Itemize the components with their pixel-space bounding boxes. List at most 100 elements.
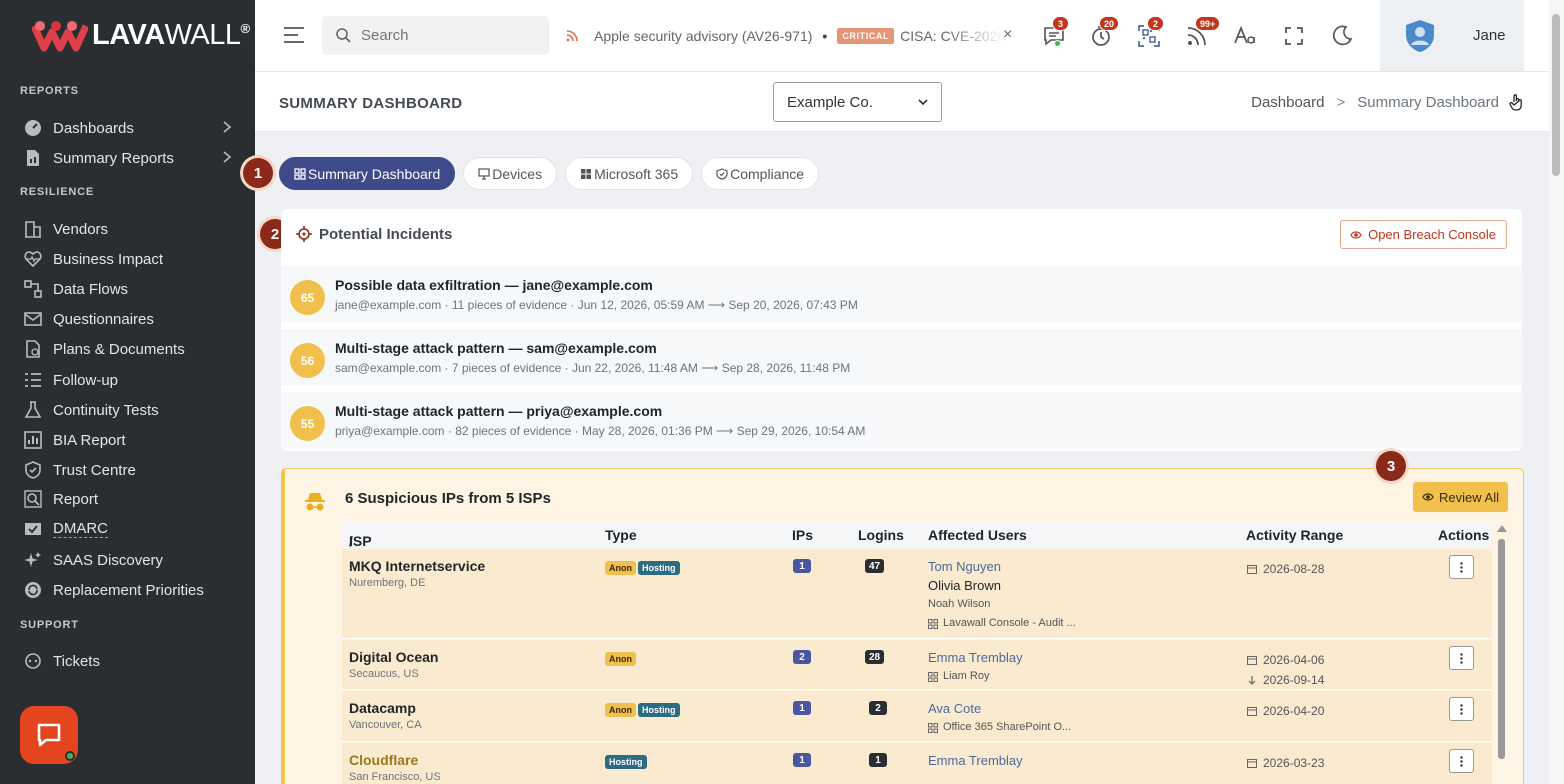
sidebar-item-saas-discovery[interactable]: SAAS Discovery	[24, 547, 239, 573]
open-breach-console-button[interactable]: Open Breach Console	[1340, 220, 1507, 249]
review-all-button[interactable]: Review All	[1413, 482, 1508, 512]
row-actions-button[interactable]	[1449, 697, 1474, 721]
apps-grid-icon	[928, 722, 938, 733]
column-affected-users[interactable]: Affected Users	[928, 527, 1027, 543]
anon-tag: Anon	[605, 652, 636, 666]
sidebar-item-questionnaires[interactable]: Questionnaires	[24, 306, 239, 332]
row-actions-button[interactable]	[1449, 749, 1474, 773]
feeds-button[interactable]: 99+	[1185, 16, 1221, 48]
calendar-icon	[1247, 656, 1257, 665]
table-row[interactable]: Cloudflare San Francisco, US Hosting 1 1…	[342, 743, 1492, 784]
kebab-menu-icon	[1460, 755, 1463, 767]
messages-button[interactable]: 3	[1042, 16, 1069, 48]
heart-pulse-icon	[24, 251, 42, 268]
user-link[interactable]: Ava Cote	[928, 699, 1071, 718]
hand-pointer-icon[interactable]	[1507, 93, 1525, 111]
column-activity-range[interactable]: Activity Range	[1246, 527, 1343, 543]
type-tags: Hosting	[605, 753, 649, 769]
sidebar-item-summary-reports[interactable]: Summary Reports	[24, 145, 239, 171]
alerts-button[interactable]: 20	[1089, 16, 1120, 48]
ticker-close-button[interactable]: ×	[1003, 26, 1012, 44]
magnifier-icon	[24, 490, 42, 508]
sidebar-item-business-impact[interactable]: Business Impact	[24, 246, 239, 272]
fullscreen-button[interactable]	[1282, 24, 1306, 48]
chevron-right-icon	[223, 121, 232, 133]
flask-icon	[24, 401, 42, 418]
scans-badge: 2	[1147, 16, 1164, 31]
sidebar-item-dashboards[interactable]: Dashboards	[24, 115, 239, 141]
incident-row[interactable]: 56 Multi-stage attack pattern — sam@exam…	[281, 328, 1522, 385]
ticker-item-advisory[interactable]: Apple security advisory (AV26-971)	[594, 28, 812, 44]
table-row[interactable]: Datacamp Vancouver, CA Anon Hosting 1 2 A…	[342, 691, 1492, 742]
column-ips[interactable]: IPs	[792, 527, 813, 543]
scans-button[interactable]: 2	[1137, 16, 1164, 48]
table-scrollbar-thumb[interactable]	[1498, 539, 1505, 759]
page-scrollbar[interactable]	[1549, 0, 1564, 784]
sidebar-item-vendors[interactable]: Vendors	[24, 216, 239, 242]
sidebar-item-follow-up[interactable]: Follow-up	[24, 367, 239, 393]
sidebar-item-trust-centre[interactable]: Trust Centre	[24, 457, 239, 483]
page-scrollbar-thumb[interactable]	[1552, 14, 1560, 176]
row-actions-button[interactable]	[1449, 646, 1474, 670]
data-flow-icon	[24, 280, 42, 298]
avatar-shield-icon	[1406, 19, 1434, 52]
search-box[interactable]	[322, 16, 549, 55]
sidebar-item-plans-documents[interactable]: Plans & Documents	[24, 336, 239, 362]
table-row[interactable]: MKQ Internetservice Nuremberg, DE Anon Ho…	[342, 549, 1492, 639]
sidebar-item-replacement-priorities[interactable]: Replacement Priorities	[24, 577, 239, 603]
column-logins[interactable]: Logins	[858, 527, 904, 543]
isp-name: Digital Ocean	[349, 649, 439, 665]
incident-title[interactable]: Multi-stage attack pattern — priya@examp…	[335, 403, 662, 419]
user-menu[interactable]: Jane	[1380, 0, 1524, 71]
step-marker-3: 3	[1376, 451, 1406, 481]
sidebar-item-bia-report[interactable]: BIA Report	[24, 427, 239, 453]
incident-row[interactable]: 65 Possible data exfiltration — jane@exa…	[281, 265, 1522, 322]
isp-name: MKQ Internetservice	[349, 558, 486, 574]
tab-compliance[interactable]: Compliance	[701, 157, 820, 190]
monitor-icon	[478, 167, 490, 180]
sidebar-item-report[interactable]: Report	[24, 486, 239, 512]
breadcrumb-dashboard[interactable]: Dashboard	[1251, 94, 1324, 111]
dark-mode-button[interactable]	[1330, 24, 1354, 48]
row-actions-button[interactable]	[1449, 555, 1474, 579]
isp-name-link[interactable]: Cloudflare	[349, 752, 418, 768]
incident-title[interactable]: Multi-stage attack pattern — sam@example…	[335, 340, 657, 356]
font-size-button[interactable]	[1233, 24, 1257, 48]
isp-location: Secaucus, US	[349, 668, 419, 680]
activity-range: 2026-04-20	[1247, 701, 1324, 721]
calendar-icon	[1247, 707, 1257, 716]
search-input[interactable]	[361, 27, 531, 44]
tab-microsoft-365[interactable]: Microsoft 365	[565, 157, 694, 190]
menu-icon[interactable]	[283, 25, 305, 45]
topbar: Apple security advisory (AV26-971) • CRI…	[255, 0, 1549, 72]
chevron-down-icon	[918, 99, 928, 106]
organization-select[interactable]: Example Co.	[773, 82, 942, 122]
support-icon	[25, 653, 41, 669]
column-type[interactable]: Type	[605, 527, 637, 543]
login-count-badge: 2	[869, 701, 887, 715]
report-icon	[27, 150, 39, 166]
table-scrollbar[interactable]	[1495, 521, 1507, 784]
risk-score-badge: 65	[290, 280, 325, 315]
sidebar-item-continuity-tests[interactable]: Continuity Tests	[24, 397, 239, 423]
chevron-right-icon	[223, 151, 232, 163]
sidebar-item-data-flows[interactable]: Data Flows	[24, 276, 239, 302]
incident-title[interactable]: Possible data exfiltration — jane@exampl…	[335, 277, 653, 293]
user-link[interactable]: Emma Tremblay	[928, 648, 1023, 667]
tab-summary-dashboard[interactable]: Summary Dashboard	[279, 157, 456, 190]
user-link[interactable]: Tom Nguyen	[928, 557, 1076, 576]
isp-location: Vancouver, CA	[349, 719, 422, 731]
chat-launcher-button[interactable]	[20, 706, 78, 764]
search-icon	[336, 28, 351, 43]
table-row[interactable]: Digital Ocean Secaucus, US Anon 2 28 Emm…	[342, 640, 1492, 690]
user-link[interactable]: Emma Tremblay	[928, 751, 1023, 770]
tab-devices[interactable]: Devices	[463, 157, 558, 190]
incident-row[interactable]: 55 Multi-stage attack pattern — priya@ex…	[281, 391, 1522, 448]
column-actions: Actions	[1438, 527, 1490, 543]
suspicious-ips-panel: 6 Suspicious IPs from 5 ISPs Review All …	[281, 468, 1524, 784]
scroll-up-arrow-icon[interactable]	[1497, 525, 1507, 532]
brand-logo[interactable]: LAVAWALL®	[32, 18, 250, 52]
sidebar-item-dmarc[interactable]: DMARC	[24, 516, 239, 542]
sidebar-item-tickets[interactable]: Tickets	[24, 648, 239, 674]
news-ticker[interactable]: Apple security advisory (AV26-971) • CRI…	[565, 25, 1005, 47]
